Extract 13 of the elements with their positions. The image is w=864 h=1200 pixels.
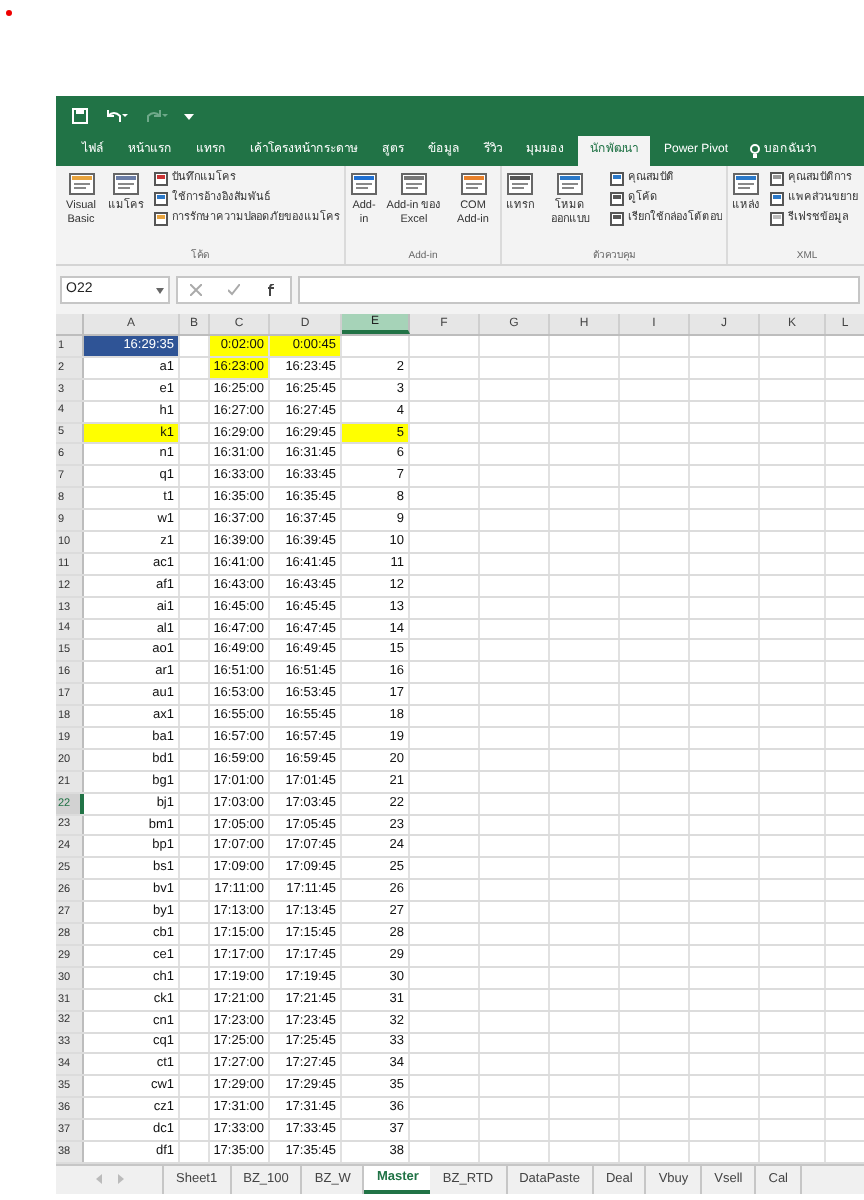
- dot-mark: [6, 10, 12, 16]
- scroll-right-icon[interactable]: [117, 1174, 123, 1185]
- dropdown-caret-icon: [156, 287, 164, 293]
- customize-caret-icon[interactable]: [184, 111, 194, 119]
- scroll-left-icon[interactable]: [95, 1174, 101, 1185]
- formula-field[interactable]: [298, 276, 860, 304]
- function-icon[interactable]: [265, 284, 278, 296]
- save-icon[interactable]: [72, 107, 88, 123]
- redo-icon[interactable]: [144, 107, 168, 123]
- check-icon[interactable]: [227, 284, 240, 296]
- cancel-icon[interactable]: [190, 284, 203, 296]
- undo-icon[interactable]: [104, 107, 128, 123]
- lightbulb-icon: [750, 144, 761, 158]
